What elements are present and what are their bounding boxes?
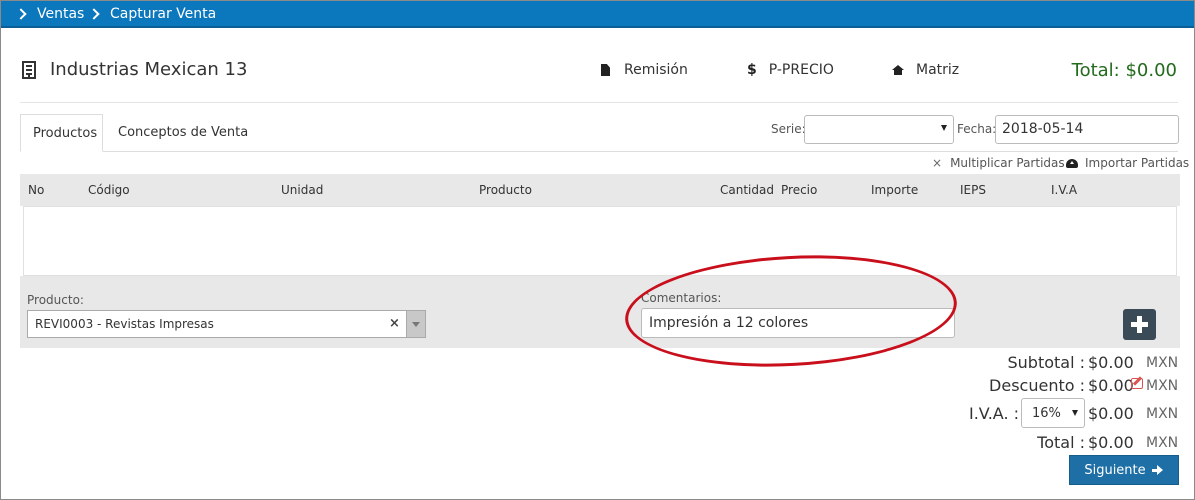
breadcrumb-label: Ventas (37, 6, 85, 22)
table-body (23, 206, 1177, 276)
column-header-cantidad: Cantidad (720, 183, 774, 197)
pprecio-label: P-PRECIO (768, 62, 834, 78)
matriz-label: Matriz (916, 62, 960, 78)
chevron-right-icon (88, 8, 100, 20)
multiplicar-partidas-link[interactable]: × Multiplicar Partidas (932, 156, 1065, 170)
breadcrumb: Ventas Capturar Venta (1, 1, 1194, 28)
currency-label: MXN (1146, 378, 1179, 394)
caret-down-icon (941, 125, 947, 131)
producto-value: REVI0003 - Revistas Impresas (35, 317, 214, 331)
matriz-link[interactable]: Matriz (892, 62, 959, 78)
column-header-importe: Importe (871, 183, 919, 197)
document-icon (601, 64, 610, 76)
siguiente-button[interactable]: Siguiente (1069, 455, 1179, 485)
header-total: Total: $0.00 (1071, 60, 1177, 81)
column-header-unidad: Unidad (281, 183, 324, 197)
iva-rate-value: 16% (1032, 406, 1061, 421)
edit-icon[interactable] (1131, 378, 1143, 389)
column-header-producto: Producto (479, 183, 532, 197)
multiplicar-label: Multiplicar Partidas (950, 156, 1065, 170)
building-icon (22, 61, 36, 79)
total-value: $0.00 (1088, 433, 1134, 452)
column-header-no: No (28, 183, 45, 197)
company-name: Industrias Mexican 13 (50, 59, 248, 80)
breadcrumb-label: Capturar Venta (110, 6, 217, 22)
home-icon (892, 65, 904, 75)
fecha-label: Fecha: (957, 122, 997, 136)
cloud-upload-icon (1066, 158, 1078, 168)
clear-icon[interactable]: × (389, 316, 400, 331)
column-header-precio: Precio (781, 183, 818, 197)
subtotal-value: $0.00 (1088, 353, 1134, 372)
tab-productos[interactable]: Productos (20, 114, 103, 152)
producto-label: Producto: (27, 293, 84, 307)
dropdown-arrow-icon[interactable] (406, 311, 425, 337)
importar-label: Importar Partidas (1085, 156, 1190, 170)
total-label: Total : (1037, 433, 1085, 452)
serie-label: Serie: (771, 122, 806, 136)
arrow-right-icon (1151, 465, 1164, 475)
column-header-ieps: IEPS (960, 183, 986, 197)
add-item-button[interactable] (1123, 309, 1156, 340)
currency-label: MXN (1146, 355, 1179, 371)
tab-conceptos-de-venta[interactable]: Conceptos de Venta (106, 114, 260, 152)
iva-label: I.V.A. : (969, 404, 1019, 423)
iva-value: $0.00 (1088, 404, 1134, 423)
descuento-value: $0.00 (1088, 376, 1134, 395)
descuento-label: Descuento : (989, 376, 1085, 395)
currency-label: MXN (1146, 435, 1179, 451)
breadcrumb-item-capturar-venta[interactable]: Capturar Venta (88, 6, 217, 22)
header-divider (20, 102, 1178, 103)
column-header-iva: I.V.A (1051, 183, 1078, 197)
breadcrumb-item-ventas[interactable]: Ventas (15, 6, 85, 22)
close-icon: × (932, 156, 943, 170)
currency-label: MXN (1146, 406, 1179, 422)
remision-label: Remisión (624, 62, 688, 78)
comentarios-label: Comentarios: (641, 291, 722, 305)
serie-select[interactable] (804, 115, 954, 144)
dollar-icon: $ (747, 62, 757, 78)
comentarios-input[interactable]: Impresión a 12 colores (641, 308, 955, 338)
subtotal-label: Subtotal : (1007, 353, 1085, 372)
importar-partidas-link[interactable]: Importar Partidas (1066, 156, 1189, 170)
table-header: No Código Unidad Producto Cantidad Preci… (20, 174, 1180, 206)
remision-link[interactable]: Remisión (601, 62, 688, 78)
siguiente-label: Siguiente (1084, 462, 1146, 478)
caret-down-icon (1072, 410, 1078, 416)
producto-select[interactable]: REVI0003 - Revistas Impresas × (27, 310, 426, 338)
pprecio-link[interactable]: $ P-PRECIO (747, 62, 834, 78)
iva-rate-select[interactable]: 16% (1021, 398, 1085, 428)
column-header-codigo: Código (88, 183, 130, 197)
chevron-right-icon (15, 8, 27, 20)
fecha-input[interactable]: 2018-05-14 (995, 115, 1179, 144)
